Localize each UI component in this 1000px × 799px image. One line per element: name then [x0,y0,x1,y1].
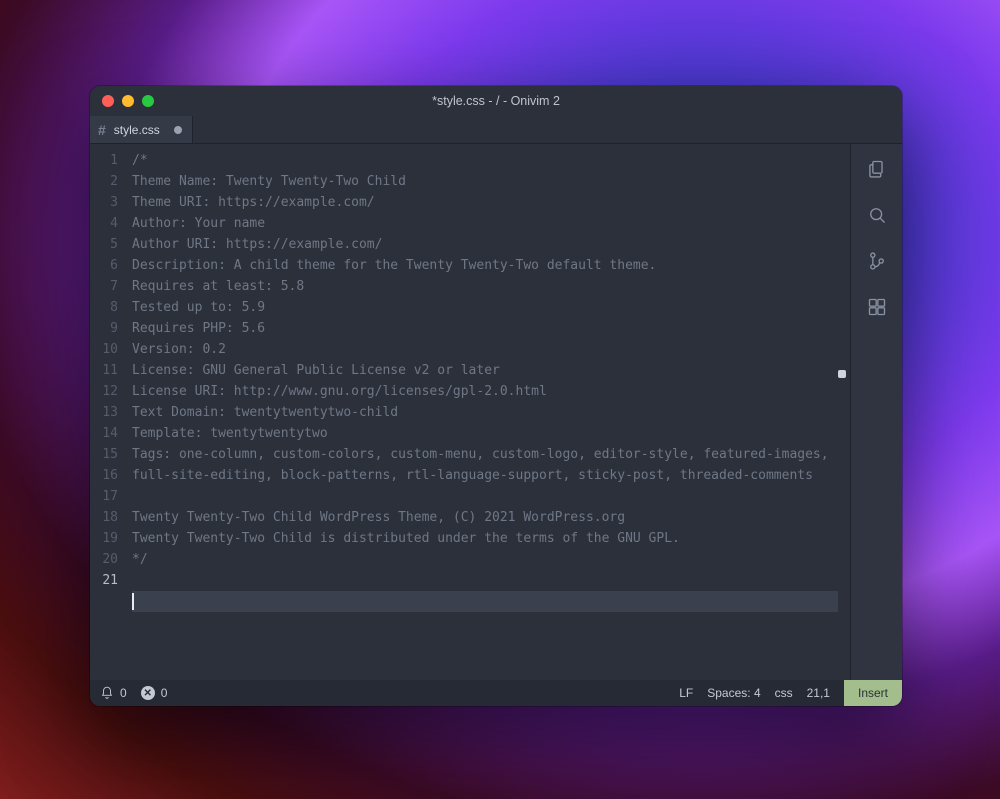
line-number: 15 [90,444,118,465]
file-type-icon: # [98,122,106,138]
line-number: 19 [90,528,118,549]
line-number: 13 [90,402,118,423]
text-editor[interactable]: 123456789101112131415161718192021 /*Them… [90,144,850,680]
close-icon[interactable] [102,95,114,107]
line-number: 5 [90,234,118,255]
line-number: 18 [90,507,118,528]
line-number: 11 [90,360,118,381]
files-icon[interactable] [866,158,888,180]
line-number: 3 [90,192,118,213]
tab-filename: style.css [114,123,160,137]
window-title: *style.css - / - Onivim 2 [432,94,560,108]
code-line[interactable]: Tags: one-column, custom-colors, custom-… [132,444,838,486]
tab-bar: # style.css [90,116,902,144]
line-number: 16 [90,465,118,486]
notifications-count: 0 [120,686,127,700]
code-line[interactable]: */ [132,549,838,570]
source-control-icon[interactable] [866,250,888,272]
line-number: 12 [90,381,118,402]
status-bar: 0 ✕ 0 LF Spaces: 4 css 21,1 Insert [90,680,902,706]
indentation-status[interactable]: Spaces: 4 [707,686,760,700]
code-line[interactable]: Author: Your name [132,213,838,234]
code-line[interactable]: Requires at least: 5.8 [132,276,838,297]
code-line[interactable] [132,591,838,612]
line-number: 6 [90,255,118,276]
line-number: 20 [90,549,118,570]
vim-mode-indicator[interactable]: Insert [844,680,902,706]
code-line[interactable]: Theme URI: https://example.com/ [132,192,838,213]
code-line[interactable] [132,570,838,591]
error-icon: ✕ [141,686,155,700]
line-number-gutter: 123456789101112131415161718192021 [90,144,126,680]
notifications-status[interactable]: 0 [100,686,127,700]
line-number: 9 [90,318,118,339]
errors-count: 0 [161,686,168,700]
line-number: 21 [90,570,118,591]
code-line[interactable]: Text Domain: twentytwentytwo-child [132,402,838,423]
text-cursor [132,593,134,610]
code-line[interactable]: License URI: http://www.gnu.org/licenses… [132,381,838,402]
language-status[interactable]: css [775,686,793,700]
code-line[interactable]: Author URI: https://example.com/ [132,234,838,255]
activity-bar [850,144,902,680]
code-line[interactable]: Requires PHP: 5.6 [132,318,838,339]
cursor-position-status[interactable]: 21,1 [807,686,830,700]
tab-style-css[interactable]: # style.css [90,116,193,143]
line-number: 4 [90,213,118,234]
titlebar[interactable]: *style.css - / - Onivim 2 [90,86,902,116]
code-line[interactable]: Twenty Twenty-Two Child WordPress Theme,… [132,507,838,528]
errors-status[interactable]: ✕ 0 [141,686,168,700]
code-line[interactable] [132,486,838,507]
search-icon[interactable] [866,204,888,226]
code-line[interactable]: Theme Name: Twenty Twenty-Two Child [132,171,838,192]
line-number: 17 [90,486,118,507]
line-number: 14 [90,423,118,444]
code-area[interactable]: /*Theme Name: Twenty Twenty-Two ChildThe… [126,144,838,680]
dirty-indicator-icon [174,126,182,134]
code-line[interactable]: Tested up to: 5.9 [132,297,838,318]
line-number: 7 [90,276,118,297]
line-number: 10 [90,339,118,360]
code-line[interactable]: /* [132,150,838,171]
minimap-viewport[interactable] [838,370,846,378]
traffic-lights [102,95,154,107]
code-line[interactable]: Template: twentytwentytwo [132,423,838,444]
editor-body: 123456789101112131415161718192021 /*Them… [90,144,902,680]
code-line[interactable]: Twenty Twenty-Two Child is distributed u… [132,528,838,549]
line-number: 8 [90,297,118,318]
extensions-icon[interactable] [866,296,888,318]
code-line[interactable]: License: GNU General Public License v2 o… [132,360,838,381]
editor-window: *style.css - / - Onivim 2 # style.css 12… [90,86,902,706]
minimap-scrollbar[interactable] [838,148,846,676]
code-line[interactable]: Version: 0.2 [132,339,838,360]
maximize-icon[interactable] [142,95,154,107]
line-number: 2 [90,171,118,192]
line-number: 1 [90,150,118,171]
minimize-icon[interactable] [122,95,134,107]
code-line[interactable]: Description: A child theme for the Twent… [132,255,838,276]
line-ending-status[interactable]: LF [679,686,693,700]
